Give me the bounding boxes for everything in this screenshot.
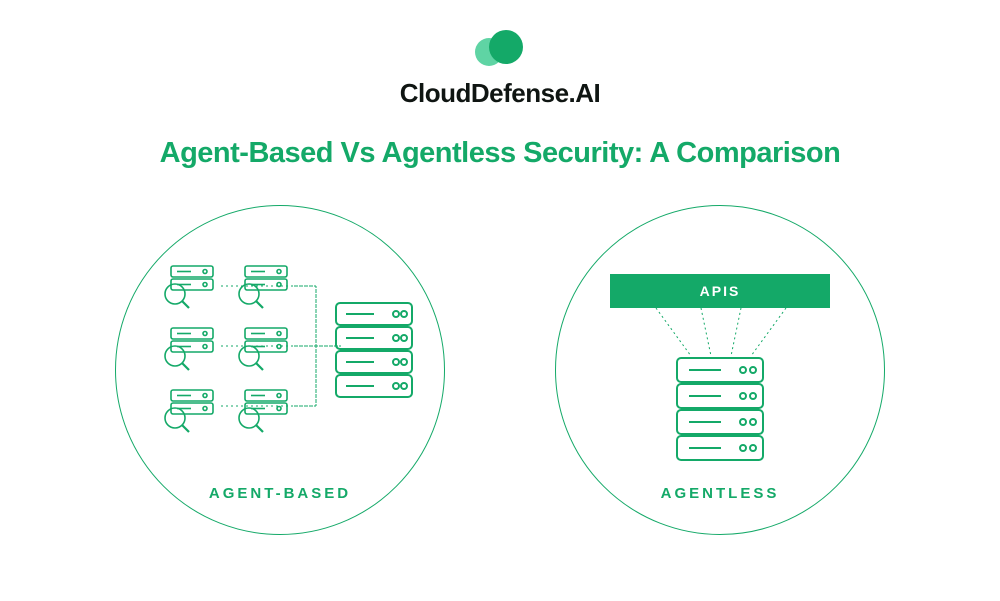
header: CloudDefense.AI: [0, 0, 1000, 109]
agent-node-icon: [161, 326, 217, 372]
agent-based-label: AGENT-BASED: [209, 485, 351, 502]
brand-name: CloudDefense.AI: [400, 78, 601, 109]
logo-icon: [475, 30, 525, 70]
central-server-icon: [334, 301, 414, 406]
agent-node-icon: [235, 326, 291, 372]
page-title: Agent-Based Vs Agentless Security: A Com…: [0, 137, 1000, 170]
agentless-label: AGENTLESS: [661, 485, 780, 502]
agent-node-icon: [235, 388, 291, 434]
agentless-circle: APIS: [555, 205, 885, 535]
agent-node-icon: [161, 264, 217, 310]
agent-based-circle: AGENT-BASED: [115, 205, 445, 535]
server-icon: [675, 356, 765, 471]
agent-node-icon: [235, 264, 291, 310]
agent-nodes: [161, 264, 295, 442]
diagram-row: AGENT-BASED APIS: [0, 205, 1000, 535]
apis-bar: APIS: [610, 274, 830, 308]
agent-node-icon: [161, 388, 217, 434]
